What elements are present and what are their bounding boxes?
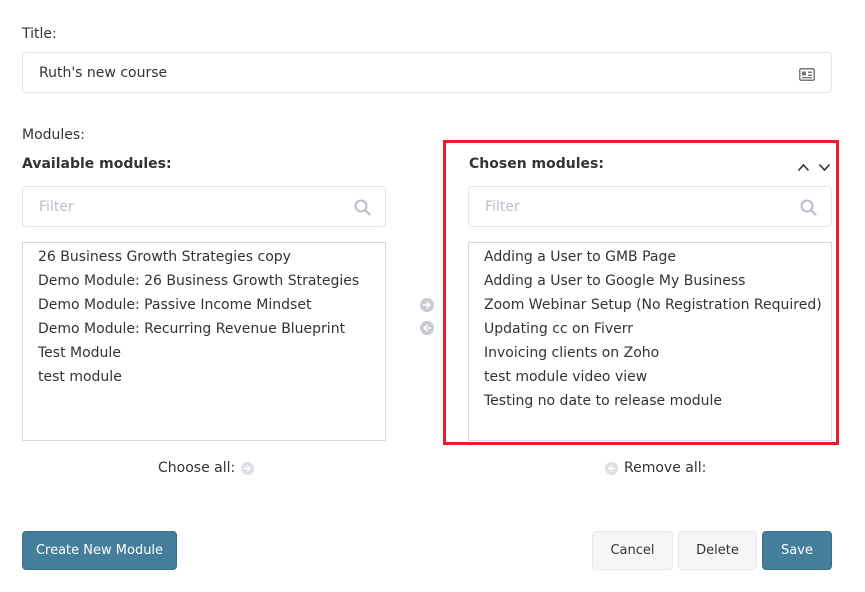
available-modules-heading: Available modules:: [22, 156, 172, 172]
available-filter-placeholder: Filter: [39, 198, 74, 215]
delete-button[interactable]: Delete: [678, 531, 757, 570]
remove-all-label: Remove all:: [624, 460, 707, 476]
choose-all-icon: [241, 461, 255, 475]
cancel-button[interactable]: Cancel: [592, 531, 673, 570]
remove-all-icon: [605, 461, 618, 475]
choose-all-label: Choose all:: [158, 460, 236, 476]
search-icon: [354, 199, 371, 220]
save-button[interactable]: Save: [762, 531, 832, 570]
title-label: Title:: [22, 26, 57, 42]
move-right-icon[interactable]: [420, 297, 434, 316]
choose-all-link[interactable]: Choose all:: [158, 460, 255, 476]
list-item[interactable]: Demo Module: Recurring Revenue Blueprint: [23, 317, 385, 341]
list-item[interactable]: Demo Module: 26 Business Growth Strategi…: [23, 269, 385, 293]
highlight-frame: [443, 140, 839, 445]
title-input-value: Ruth's new course: [39, 64, 168, 81]
create-new-module-button[interactable]: Create New Module: [22, 531, 177, 570]
id-card-icon: [799, 66, 815, 85]
list-item[interactable]: Test Module: [23, 341, 385, 365]
move-left-icon[interactable]: [420, 320, 434, 339]
list-item[interactable]: Demo Module: Passive Income Mindset: [23, 293, 385, 317]
remove-all-link[interactable]: Remove all:: [605, 460, 706, 476]
available-filter-input[interactable]: Filter: [22, 186, 386, 227]
title-input[interactable]: Ruth's new course: [22, 52, 832, 93]
list-item[interactable]: test module: [23, 365, 385, 389]
available-modules-list[interactable]: 26 Business Growth Strategies copy Demo …: [22, 242, 386, 441]
list-item[interactable]: 26 Business Growth Strategies copy: [23, 245, 385, 269]
modules-label: Modules:: [22, 127, 85, 143]
